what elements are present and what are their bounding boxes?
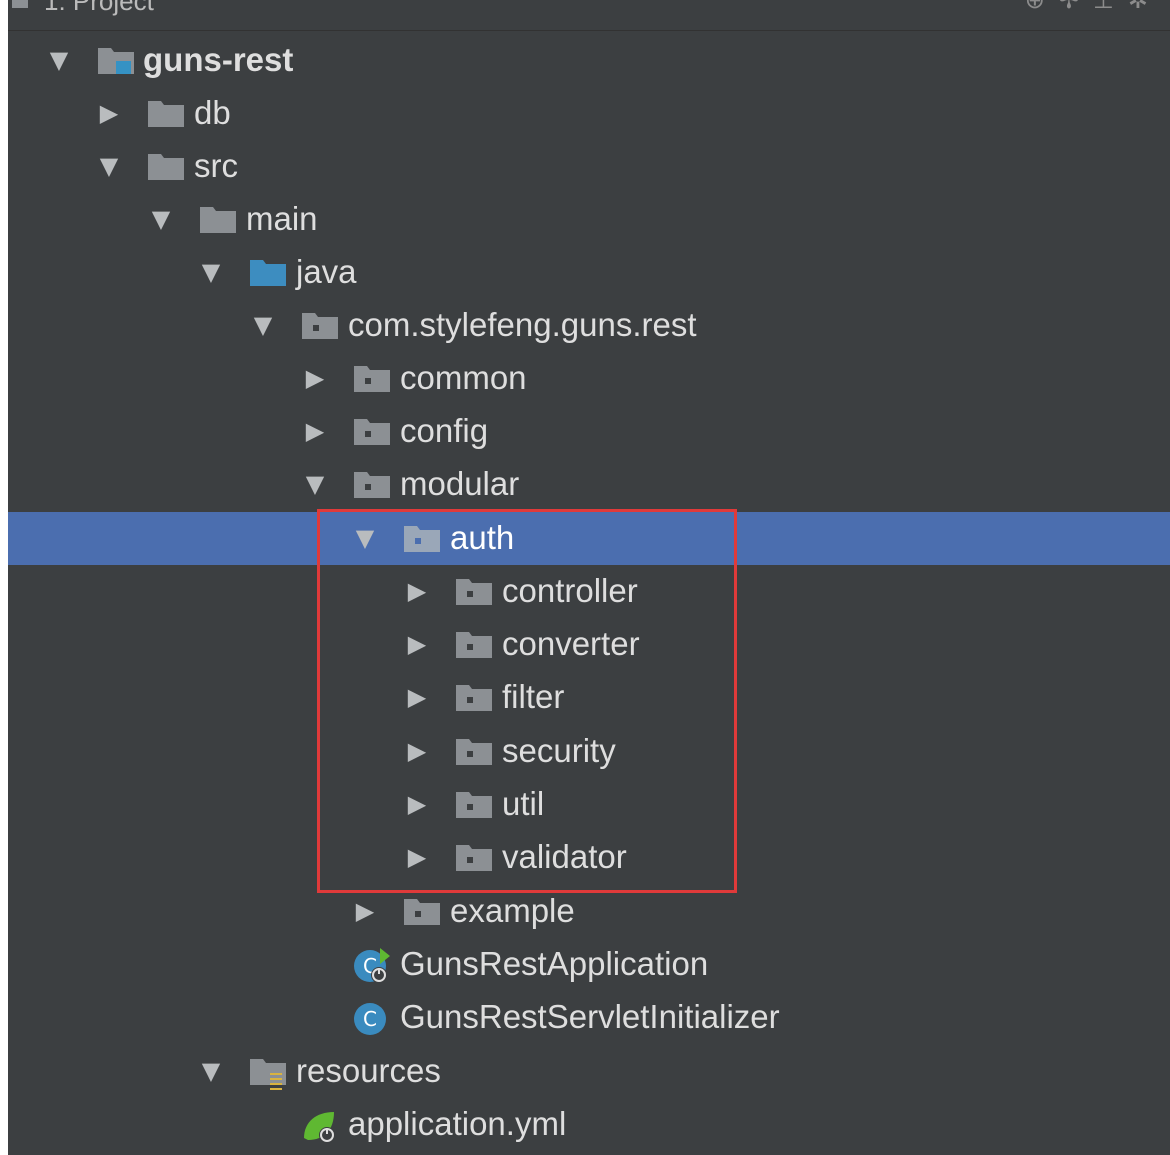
tree-item-converter[interactable]: ▶ converter [8,618,1170,671]
tree-item-security[interactable]: ▶ security [8,725,1170,778]
expand-arrow-icon[interactable]: ▶ [404,631,430,657]
tree-item-main[interactable]: ▼ main [8,193,1170,246]
expand-arrow-icon[interactable]: ▼ [198,1058,224,1084]
package-icon [454,737,494,772]
expand-arrow-icon[interactable]: ▶ [302,418,328,444]
tree-item-label: db [194,94,231,131]
tree-item-label: config [400,412,489,449]
expand-arrow-icon[interactable]: ▶ [96,100,122,126]
expand-arrow-icon[interactable]: ▶ [404,791,430,817]
package-icon [454,843,494,878]
class-icon: C [352,1001,392,1042]
package-icon [300,311,340,346]
tree-item-guns-rest-application[interactable]: C GunsRestApplication [8,938,1170,991]
tree-item-label: java [296,253,357,290]
expand-arrow-icon[interactable]: ▼ [352,525,378,551]
tree-item-util[interactable]: ▶ util [8,778,1170,831]
expand-arrow-icon[interactable]: ▶ [404,738,430,764]
tree-item-modular[interactable]: ▼ modular [8,458,1170,511]
package-icon [454,790,494,825]
project-icon [12,0,28,8]
tree-item-guns-rest-servlet-initializer[interactable]: C GunsRestServletInitializer [8,991,1170,1044]
tree-item-example[interactable]: ▶ example [8,885,1170,938]
tree-item-db[interactable]: ▶ db [8,87,1170,140]
expand-arrow-icon[interactable]: ▼ [198,259,224,285]
tree-item-label: converter [502,625,640,662]
expand-arrow-icon[interactable]: ▶ [404,578,430,604]
tree-item-label: com.stylefeng.guns.rest [348,306,697,343]
title-bar-tools[interactable]: ⊕✢⊥✲ [1025,0,1162,15]
tree-item-label: filter [502,678,565,715]
folder-icon [198,205,238,240]
package-icon [454,630,494,665]
tree-item-guns-rest[interactable]: ▼ guns-rest [8,34,1170,87]
tree-item-label: common [400,359,527,396]
tree-item-com-stylefeng-guns-rest[interactable]: ▼ com.stylefeng.guns.rest [8,299,1170,352]
tree-item-label: util [502,785,545,822]
expand-arrow-icon[interactable]: ▼ [250,312,276,338]
package-icon [454,577,494,612]
tree-item-label: validator [502,838,627,875]
package-icon [402,897,442,932]
tree-item-validator[interactable]: ▶ validator [8,831,1170,884]
tree-item-java[interactable]: ▼ java [8,246,1170,299]
project-tool-window: 1: Project ⊕✢⊥✲ ▼ guns-rest ▶ db ▼ src ▼… [8,0,1170,1155]
tree-item-src[interactable]: ▼ src [8,140,1170,193]
tree-item-label: GunsRestServletInitializer [400,998,780,1035]
tree-item-label: example [450,892,575,929]
spring-config-file-icon [300,1108,340,1149]
tree-item-label: controller [502,572,638,609]
tree-item-auth[interactable]: ▼ auth [8,512,1170,565]
package-icon [352,417,392,452]
tree-item-label: application.yml [348,1105,567,1142]
tree-item-label: modular [400,465,520,502]
module-folder-icon [96,46,136,81]
spring-boot-class-icon: C [352,948,392,989]
tree-item-label: guns-rest [143,41,294,78]
package-icon [402,524,442,559]
tree-item-label: main [246,200,318,237]
svg-text:C: C [363,1007,377,1031]
expand-arrow-icon[interactable]: ▶ [404,684,430,710]
folder-icon [146,99,186,134]
expand-arrow-icon[interactable]: ▶ [302,365,328,391]
package-icon [352,470,392,505]
resources-folder-icon [248,1057,288,1096]
tree-item-resources[interactable]: ▼ resources [8,1045,1170,1098]
tree-item-config[interactable]: ▶ config [8,405,1170,458]
expand-arrow-icon[interactable]: ▶ [352,898,378,924]
expand-arrow-icon[interactable]: ▼ [302,471,328,497]
expand-arrow-icon[interactable]: ▼ [46,47,72,73]
tree-item-application-yml[interactable]: application.yml [8,1098,1170,1151]
package-icon [352,364,392,399]
tree-item-filter[interactable]: ▶ filter [8,671,1170,724]
project-title-bar: 1: Project ⊕✢⊥✲ [8,0,1170,31]
project-title: 1: Project [44,0,154,16]
expand-arrow-icon[interactable]: ▼ [96,153,122,179]
tree-item-label: security [502,732,616,769]
expand-arrow-icon[interactable]: ▶ [404,844,430,870]
expand-arrow-icon[interactable]: ▼ [148,206,174,232]
tree-item-label: auth [450,519,515,556]
package-icon [454,683,494,718]
source-root-folder-icon [248,258,288,293]
tree-item-label: resources [296,1052,441,1089]
tree-item-common[interactable]: ▶ common [8,352,1170,405]
folder-icon [146,152,186,187]
tree-item-label: src [194,147,238,184]
tree-item-controller[interactable]: ▶ controller [8,565,1170,618]
tree-item-label: GunsRestApplication [400,945,709,982]
